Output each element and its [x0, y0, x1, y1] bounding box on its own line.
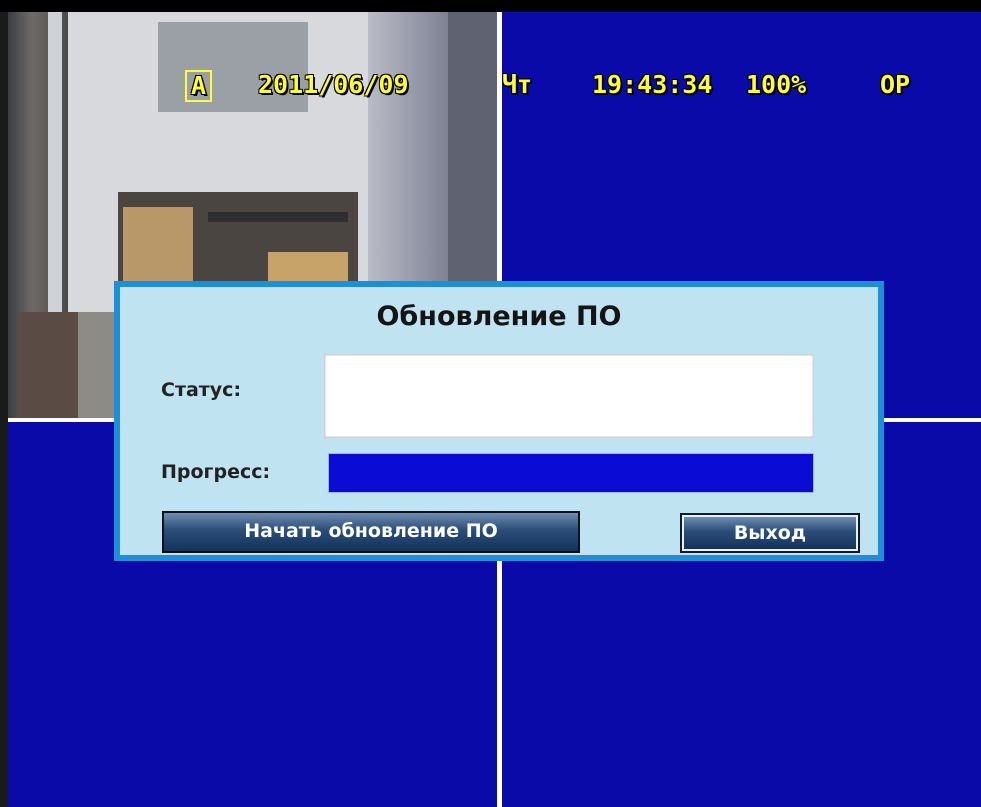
- exit-button[interactable]: Выход: [680, 513, 860, 553]
- osd-percent: 100%: [746, 70, 807, 99]
- status-label: Статус:: [161, 379, 242, 401]
- dialog-body: Обновление ПО Статус: Прогресс: Начать о…: [120, 287, 878, 555]
- dialog-title: Обновление ПО: [376, 301, 622, 332]
- osd-channel-indicator: A: [185, 70, 213, 102]
- start-update-button[interactable]: Начать обновление ПО: [162, 511, 580, 553]
- progress-label: Прогресс:: [161, 461, 271, 483]
- osd-date: 2011/06/09: [258, 70, 409, 99]
- status-field: [324, 354, 814, 438]
- dvr-screen: A 2011/06/09 Чт 19:43:34 100% OP Обновле…: [0, 0, 981, 807]
- osd-mode: OP: [880, 70, 911, 99]
- firmware-update-dialog: Обновление ПО Статус: Прогресс: Начать о…: [114, 281, 884, 561]
- osd-time: 19:43:34: [592, 70, 713, 99]
- osd-weekday: Чт: [502, 70, 533, 99]
- top-border: [0, 0, 981, 12]
- left-border: [0, 12, 8, 807]
- progress-bar: [328, 453, 814, 493]
